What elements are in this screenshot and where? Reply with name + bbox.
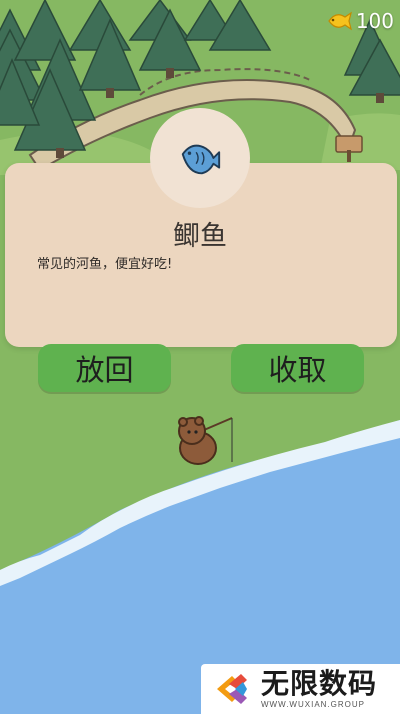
fish-description: 常见的河鱼，便宜好吃!: [37, 257, 173, 272]
release-fish-button[interactable]: 放回: [38, 344, 171, 392]
fish-badge: [150, 108, 250, 208]
collect-fish-button[interactable]: 收取: [231, 344, 364, 392]
blue-fish-icon: [181, 144, 221, 175]
gold-fish-icon: [328, 11, 352, 31]
watermark-logo: [217, 674, 247, 704]
watermark-banner: 无限数码 WWW.WUXIAN.GROUP: [201, 664, 400, 714]
watermark-subtitle: WWW.WUXIAN.GROUP: [261, 700, 365, 709]
coin-amount: 100: [355, 9, 394, 33]
fish-name: 鲫鱼: [173, 221, 227, 252]
watermark-title: 无限数码: [261, 667, 378, 700]
coin-counter: 100: [326, 6, 394, 36]
